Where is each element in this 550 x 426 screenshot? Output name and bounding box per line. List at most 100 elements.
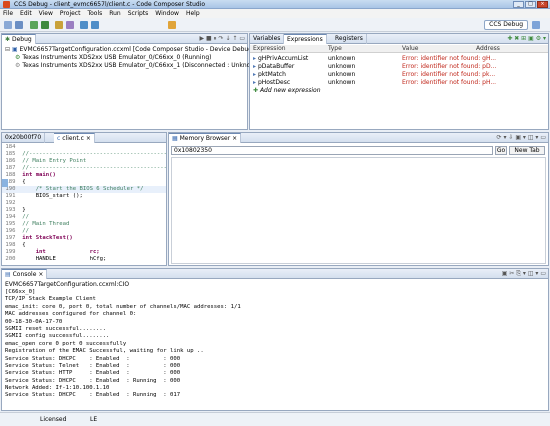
code-line[interactable]: 198 { — [2, 242, 166, 249]
app-icon — [3, 1, 10, 8]
console-tabbar: ▤ Console × ▣ ✂ ⎘ ▾ ◫ ▾ ▭ — [2, 269, 548, 279]
col-address[interactable]: Address — [476, 45, 500, 52]
code-line[interactable]: 192 — [2, 200, 166, 207]
tab-debug[interactable]: ✱ Debug — [2, 34, 36, 44]
debug-core-0[interactable]: ⚙ Texas Instruments XDS2xx USB Emulator_… — [15, 54, 211, 61]
expression-row[interactable]: ▸ pDataBuffer — [253, 63, 294, 70]
tab-registers[interactable]: Registers — [332, 34, 367, 44]
menu-tools[interactable]: Tools — [87, 10, 102, 17]
code-line[interactable]: 187 //----------------------------------… — [2, 165, 166, 172]
code-text: // — [22, 214, 29, 220]
menu-edit[interactable]: Edit — [20, 10, 32, 17]
tab-expressions[interactable]: Expressions — [284, 34, 327, 44]
code-line[interactable]: 200 HANDLE hCfg; — [2, 256, 166, 263]
nav-back-icon[interactable] — [80, 21, 88, 29]
menu-file[interactable]: File — [3, 10, 13, 17]
code-line[interactable]: 184 — [2, 144, 166, 151]
menu-scripts[interactable]: Scripts — [128, 10, 149, 17]
expressions-view: Variables Expressions Registers ✚ ✖ ⊞ ▣ … — [249, 33, 549, 130]
console-output[interactable]: [C66xx_0] TCP/IP Stack Example Client emac… — [5, 289, 545, 409]
code-line[interactable]: 191 BIOS_start (); — [2, 193, 166, 200]
expression-value: Error: identifier not found: pH... — [402, 79, 497, 86]
tab-memory-browser[interactable]: ▦ Memory Browser × — [169, 133, 242, 143]
open-perspective-icon[interactable] — [532, 21, 540, 29]
go-button[interactable]: Go — [495, 146, 507, 155]
menu-view[interactable]: View — [39, 10, 53, 17]
memory-actions[interactable]: ⟳ ▾ ⇩ ▣ ▾ ◫ ▾ ▭ — [497, 134, 546, 141]
console-line: TCP/IP Stack Example Client — [5, 296, 96, 303]
console-line: 00-18-30-0A-17-70 — [5, 318, 63, 325]
console-line: Service Status: DHCPC : Enabled : Runnin… — [5, 377, 181, 384]
console-icon: ▤ — [5, 271, 11, 278]
console-view: ▤ Console × ▣ ✂ ⎘ ▾ ◫ ▾ ▭ EVMC6657Target… — [1, 268, 549, 411]
expressions-header: Expression Type Value Address — [250, 45, 548, 53]
memory-address-input[interactable]: 0x10802350 — [171, 146, 493, 155]
running-thread-icon: ⚙ — [15, 54, 21, 61]
debug-session-item[interactable]: ⊟ ▣ EVMC6657TargetConfiguration.ccxml [C… — [5, 46, 267, 53]
target-config-icon: ▣ — [11, 46, 18, 53]
console-actions[interactable]: ▣ ✂ ⎘ ▾ ◫ ▾ ▭ — [502, 270, 546, 278]
code-line[interactable]: 188 int main() — [2, 172, 166, 179]
code-line[interactable]: 193 } — [2, 207, 166, 214]
menu-project[interactable]: Project — [60, 10, 81, 17]
code-line[interactable]: 195 // Main Thread — [2, 221, 166, 228]
code-line[interactable]: 185 //----------------------------------… — [2, 151, 166, 158]
new-tab-button[interactable]: New Tab — [509, 146, 545, 155]
expression-value: Error: identifier not found: gH... — [402, 55, 497, 62]
search-icon[interactable] — [55, 21, 63, 29]
add-expression-row[interactable]: ✚ Add new expression — [253, 87, 321, 94]
menu-help[interactable]: Help — [186, 10, 200, 17]
col-expression[interactable]: Expression — [253, 45, 286, 52]
maximize-button[interactable]: □ — [525, 1, 536, 8]
code-line[interactable]: 189 { — [2, 179, 166, 186]
memory-content[interactable] — [171, 157, 546, 264]
console-line: SGMII reset successful........ — [5, 325, 107, 332]
console-config: EVMC6657TargetConfiguration.ccxml:CIO — [5, 281, 130, 288]
tab-variables[interactable]: Variables — [250, 34, 285, 44]
expression-row[interactable]: ▸ pHostDesc — [253, 79, 290, 86]
code-line[interactable]: 186 // Main Entry Point — [2, 158, 166, 165]
code-line[interactable]: 190 /* Start the BIOS 6 Scheduler */ — [2, 186, 166, 193]
tab-console[interactable]: ▤ Console × — [2, 269, 48, 279]
expression-type: unknown — [328, 63, 356, 70]
code-text: // Main Thread — [22, 221, 70, 227]
collapse-icon[interactable]: ⊟ — [5, 46, 10, 53]
line-number: 199 — [2, 249, 23, 255]
code-area[interactable]: 184 185 //------------------------------… — [2, 144, 166, 265]
code-line[interactable]: 199 int rc; — [2, 249, 166, 256]
profile-icon[interactable] — [66, 21, 74, 29]
code-line[interactable]: 194 // — [2, 214, 166, 221]
menu-run[interactable]: Run — [109, 10, 121, 17]
code-text: } — [22, 207, 26, 213]
code-line[interactable]: 197 int StackTest() — [2, 235, 166, 242]
debug-icon[interactable] — [41, 21, 49, 29]
nav-forward-icon[interactable] — [91, 21, 99, 29]
code-text: //--------------------------------------… — [22, 165, 166, 171]
code-text: HANDLE hCfg; — [22, 256, 107, 262]
minimize-button[interactable]: _ — [513, 1, 524, 8]
save-icon[interactable] — [15, 21, 23, 29]
line-number: 196 — [2, 228, 23, 234]
build-icon[interactable] — [30, 21, 38, 29]
col-value[interactable]: Value — [402, 45, 418, 52]
tab-client-c[interactable]: c client.c × — [54, 133, 95, 143]
tools-icon[interactable] — [168, 21, 176, 29]
close-button[interactable]: × — [537, 1, 548, 8]
line-number: 193 — [2, 207, 23, 213]
new-file-icon[interactable] — [4, 21, 12, 29]
line-number: 192 — [2, 200, 23, 206]
menu-window[interactable]: Window — [155, 10, 179, 17]
expression-actions[interactable]: ✚ ✖ ⊞ ▣ ⚙ ▾ — [507, 35, 546, 42]
expression-row[interactable]: ▸ pktMatch — [253, 71, 286, 78]
line-number: 194 — [2, 214, 23, 220]
line-number: 195 — [2, 221, 23, 227]
main-toolbar: CCS Debug — [0, 18, 550, 32]
console-line: [C66xx_0] — [5, 289, 36, 295]
tab-disassembly[interactable]: 0x20b00f70 — [2, 133, 46, 143]
debug-core-1[interactable]: ⚙ Texas Instruments XDS2xx USB Emulator_… — [15, 62, 261, 69]
debug-view-controls[interactable]: ▶ ■ ⏸ ↷ ↓ ↑ ▭ — [200, 35, 245, 43]
code-line[interactable]: 196 // — [2, 228, 166, 235]
perspective-ccs-debug[interactable]: CCS Debug — [484, 20, 528, 30]
col-type[interactable]: Type — [328, 45, 342, 52]
expression-row[interactable]: ▸ gHPrivAccumList — [253, 55, 308, 62]
